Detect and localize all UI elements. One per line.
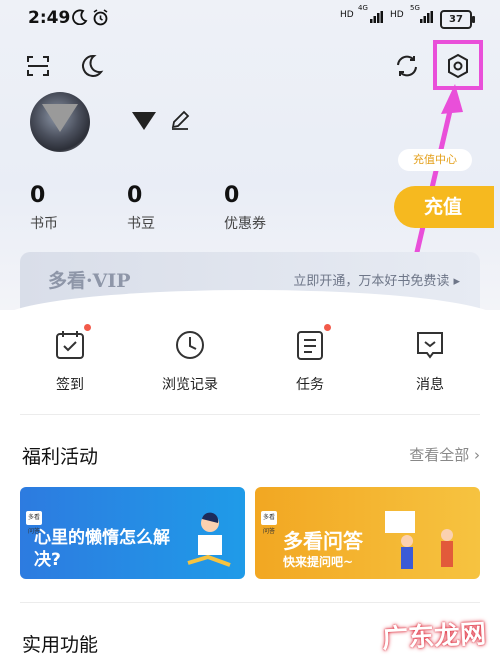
vip-promo[interactable]: 立即开通，万本好书免费读 ▸: [293, 270, 460, 289]
signal-bars-2: [420, 11, 433, 23]
see-all-link[interactable]: 查看全部 ›: [409, 444, 480, 465]
reading-girl-illustration: [187, 512, 231, 567]
message-label: 消息: [416, 377, 444, 393]
task-label: 任务: [296, 377, 324, 393]
checkin-label: 签到: [56, 377, 84, 393]
utilities-section-title: 实用功能: [22, 634, 99, 656]
coupon-label: 优惠券: [224, 216, 266, 232]
sync-icon[interactable]: [394, 53, 420, 79]
recharge-button[interactable]: 充值: [394, 186, 494, 228]
nickname-redacted: [132, 112, 156, 130]
quick-action-checkin[interactable]: 签到: [25, 324, 115, 394]
signal-bars-1: [370, 11, 383, 23]
task-icon: [293, 324, 331, 362]
hd-signal-2: HD: [390, 10, 404, 20]
banner-laziness[interactable]: 多看问答 心里的懒惰怎么解决?: [20, 487, 245, 579]
status-bar: 2:49 HD 4G HD 5G 37: [0, 0, 500, 36]
history-label: 浏览记录: [162, 377, 218, 393]
task-dot: [324, 324, 331, 331]
banner-title: 心里的懒惰怎么解决?: [34, 528, 170, 570]
coin-label: 书币: [30, 216, 58, 232]
hd-signal-1: HD: [340, 10, 354, 20]
alarm-icon: [93, 9, 108, 26]
recharge-center-label[interactable]: 充值中心: [398, 149, 472, 171]
coin-count[interactable]: 0: [30, 183, 45, 208]
edit-icon[interactable]: [170, 110, 190, 130]
vip-title: 多看·VIP: [48, 270, 131, 292]
status-time: 2:49: [28, 8, 71, 28]
avatar-mosaic: [42, 104, 78, 132]
banner-tag: 多看问答: [261, 511, 277, 535]
network-type-2: 5G: [410, 4, 420, 12]
divider: [20, 414, 480, 415]
bean-label: 书豆: [127, 216, 155, 232]
history-icon: [173, 328, 207, 362]
coupon-count[interactable]: 0: [224, 183, 239, 208]
bean-count[interactable]: 0: [127, 183, 142, 208]
banner-tag: 多看问答: [26, 511, 42, 535]
quick-action-message[interactable]: 消息: [385, 328, 475, 394]
divider: [20, 602, 480, 603]
banner-qa[interactable]: 多看问答 多看问答 快来提问吧~: [255, 487, 480, 579]
quick-action-history[interactable]: 浏览记录: [145, 328, 235, 394]
checkin-dot: [84, 324, 91, 331]
quick-action-task[interactable]: 任务: [265, 324, 355, 394]
people-illustration: [385, 511, 453, 569]
battery-indicator: 37: [440, 10, 475, 29]
banner-title: 多看问答: [283, 529, 363, 553]
moon-icon: [72, 9, 88, 25]
banner-subtitle: 快来提问吧~: [283, 555, 354, 569]
night-mode-icon[interactable]: [78, 53, 104, 79]
scan-icon[interactable]: [26, 54, 50, 78]
message-icon: [413, 328, 447, 362]
watermark: 广东龙网: [381, 619, 487, 655]
checkin-icon: [53, 324, 91, 362]
welfare-section-title: 福利活动: [22, 446, 99, 468]
network-type-1: 4G: [358, 4, 368, 12]
